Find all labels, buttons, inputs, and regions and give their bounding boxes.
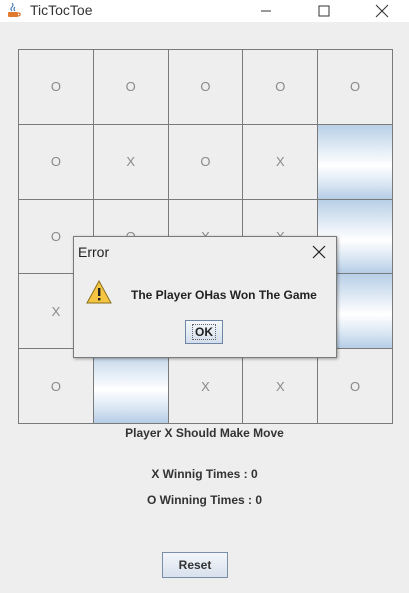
board-cell-highlighted[interactable] [318,124,392,199]
x-wins-label: X Winnig Times : 0 [151,467,258,481]
board-cell[interactable]: O [168,124,243,199]
close-icon [375,4,389,18]
board-cell[interactable]: X [168,349,243,423]
board-cell[interactable]: O [168,50,243,124]
dialog-close-icon[interactable] [310,243,328,261]
o-wins-label: O Winning Times : 0 [146,493,262,507]
minimize-button[interactable] [246,0,286,22]
ok-button[interactable]: OK [185,320,223,344]
board-cell-highlighted[interactable] [93,349,168,423]
board-cell[interactable]: X [93,124,168,199]
error-dialog: Error The Player OHas Won The Game OK [73,236,337,358]
ok-button-label: OK [192,324,216,340]
title-bar: TicTocToe [0,0,409,22]
maximize-icon [318,5,330,17]
reset-button[interactable]: Reset [162,552,228,578]
board-cell[interactable]: O [318,349,392,423]
close-button[interactable] [362,0,402,22]
dialog-message: The Player OHas Won The Game [131,288,317,302]
board-cell[interactable]: O [19,124,93,199]
java-app-icon [8,3,21,17]
board-cell[interactable]: O [93,50,168,124]
board-cell[interactable]: O [243,50,318,124]
minimize-icon [261,10,271,12]
board-cell[interactable]: O [19,50,93,124]
window-title: TicTocToe [30,2,93,18]
turn-status-label: Player X Should Make Move [125,426,284,440]
board-cell[interactable]: X [243,124,318,199]
board-cell[interactable]: O [318,50,392,124]
maximize-button[interactable] [304,0,344,22]
warning-icon [86,279,112,304]
dialog-title: Error [78,244,110,260]
board-cell[interactable]: X [243,349,318,423]
board-cell[interactable]: O [19,349,93,423]
